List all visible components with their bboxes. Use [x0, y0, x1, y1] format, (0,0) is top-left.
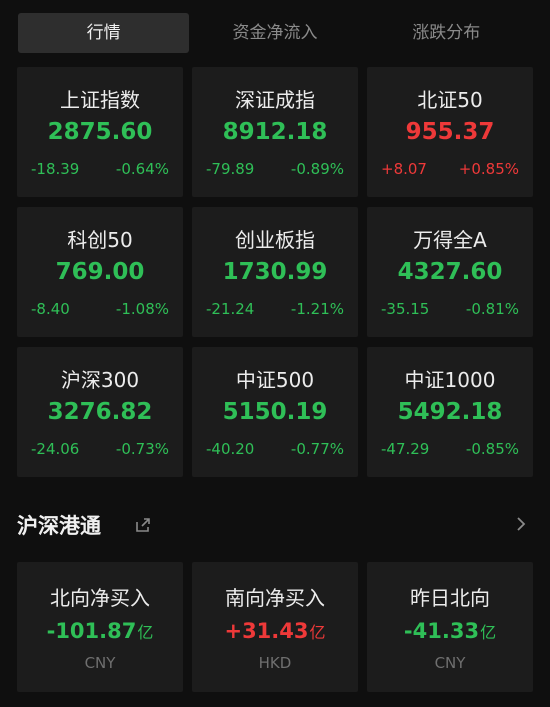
stock-connect-header[interactable]: 沪深港通 — [17, 506, 533, 542]
index-card[interactable]: 北证50 955.37 +8.07 +0.85% — [367, 67, 533, 197]
flow-amount: +31.43 — [224, 619, 309, 643]
index-name: 上证指数 — [60, 88, 140, 112]
index-card[interactable]: 上证指数 2875.60 -18.39 -0.64% — [17, 67, 183, 197]
index-card[interactable]: 创业板指 1730.99 -21.24 -1.21% — [192, 207, 358, 337]
index-value: 5150.19 — [222, 399, 328, 425]
flow-card[interactable]: 南向净买入 +31.43亿 HKD — [192, 562, 358, 692]
tab-net-inflow[interactable]: 资金净流入 — [189, 13, 360, 53]
index-card[interactable]: 万得全A 4327.60 -35.15 -0.81% — [367, 207, 533, 337]
index-card[interactable]: 深证成指 8912.18 -79.89 -0.89% — [192, 67, 358, 197]
index-card[interactable]: 中证1000 5492.18 -47.29 -0.85% — [367, 347, 533, 477]
index-value: 1730.99 — [222, 259, 328, 285]
index-pct: -0.73% — [115, 440, 169, 458]
flow-currency: CNY — [84, 654, 116, 672]
index-grid: 上证指数 2875.60 -18.39 -0.64% 深证成指 8912.18 … — [17, 67, 533, 477]
index-name: 北证50 — [417, 88, 483, 112]
flow-amount: -101.87 — [46, 619, 137, 643]
index-name: 深证成指 — [235, 88, 315, 112]
index-changes: -40.20 -0.77% — [206, 440, 344, 458]
index-value: 2875.60 — [47, 119, 153, 145]
index-name: 沪深300 — [60, 368, 140, 392]
index-value: 3276.82 — [47, 399, 153, 425]
index-pct: -0.64% — [115, 160, 169, 178]
flow-currency: HKD — [258, 654, 292, 672]
tab-market[interactable]: 行情 — [18, 13, 190, 53]
index-changes: -8.40 -1.08% — [31, 300, 169, 318]
chevron-right-icon[interactable] — [515, 515, 527, 533]
index-change: -47.29 — [381, 440, 430, 458]
index-change: +8.07 — [381, 160, 427, 178]
share-icon[interactable] — [134, 516, 152, 534]
index-name: 中证1000 — [404, 368, 496, 392]
index-pct: +0.85% — [458, 160, 519, 178]
index-change: -8.40 — [31, 300, 70, 318]
flow-unit: 亿 — [309, 623, 326, 642]
index-change: -35.15 — [381, 300, 430, 318]
index-change: -24.06 — [31, 440, 80, 458]
flow-name: 南向净买入 — [225, 586, 325, 610]
flow-unit: 亿 — [137, 623, 154, 642]
index-value: 5492.18 — [397, 399, 503, 425]
index-card[interactable]: 科创50 769.00 -8.40 -1.08% — [17, 207, 183, 337]
tab-distribution[interactable]: 涨跌分布 — [361, 13, 532, 53]
index-value: 955.37 — [405, 119, 495, 145]
tab-bar: 行情 资金净流入 涨跌分布 — [18, 13, 532, 53]
index-pct: -1.08% — [115, 300, 169, 318]
index-pct: -0.77% — [290, 440, 344, 458]
index-pct: -1.21% — [290, 300, 344, 318]
index-value: 769.00 — [55, 259, 145, 285]
index-name: 创业板指 — [235, 228, 315, 252]
index-changes: -21.24 -1.21% — [206, 300, 344, 318]
flow-amount: -41.33 — [403, 619, 480, 643]
index-name: 科创50 — [67, 228, 133, 252]
index-pct: -0.81% — [465, 300, 519, 318]
index-card[interactable]: 中证500 5150.19 -40.20 -0.77% — [192, 347, 358, 477]
flow-value: -41.33亿 — [367, 619, 533, 643]
flow-unit: 亿 — [480, 623, 497, 642]
index-changes: -47.29 -0.85% — [381, 440, 519, 458]
index-change: -18.39 — [31, 160, 80, 178]
index-changes: +8.07 +0.85% — [381, 160, 519, 178]
flow-card[interactable]: 昨日北向 -41.33亿 CNY — [367, 562, 533, 692]
flow-name: 北向净买入 — [50, 586, 150, 610]
index-pct: -0.89% — [290, 160, 344, 178]
index-pct: -0.85% — [465, 440, 519, 458]
index-value: 8912.18 — [222, 119, 328, 145]
flow-name: 昨日北向 — [410, 586, 490, 610]
index-card[interactable]: 沪深300 3276.82 -24.06 -0.73% — [17, 347, 183, 477]
index-change: -21.24 — [206, 300, 255, 318]
index-changes: -79.89 -0.89% — [206, 160, 344, 178]
index-changes: -24.06 -0.73% — [31, 440, 169, 458]
index-name: 中证500 — [235, 368, 315, 392]
index-changes: -35.15 -0.81% — [381, 300, 519, 318]
flow-grid: 北向净买入 -101.87亿 CNY 南向净买入 +31.43亿 HKD 昨日北… — [17, 562, 533, 692]
index-name: 万得全A — [413, 228, 487, 252]
index-value: 4327.60 — [397, 259, 503, 285]
section-title: 沪深港通 — [17, 514, 101, 538]
flow-card[interactable]: 北向净买入 -101.87亿 CNY — [17, 562, 183, 692]
flow-value: +31.43亿 — [192, 619, 358, 643]
index-changes: -18.39 -0.64% — [31, 160, 169, 178]
flow-currency: CNY — [434, 654, 466, 672]
index-change: -40.20 — [206, 440, 255, 458]
index-change: -79.89 — [206, 160, 255, 178]
flow-value: -101.87亿 — [17, 619, 183, 643]
